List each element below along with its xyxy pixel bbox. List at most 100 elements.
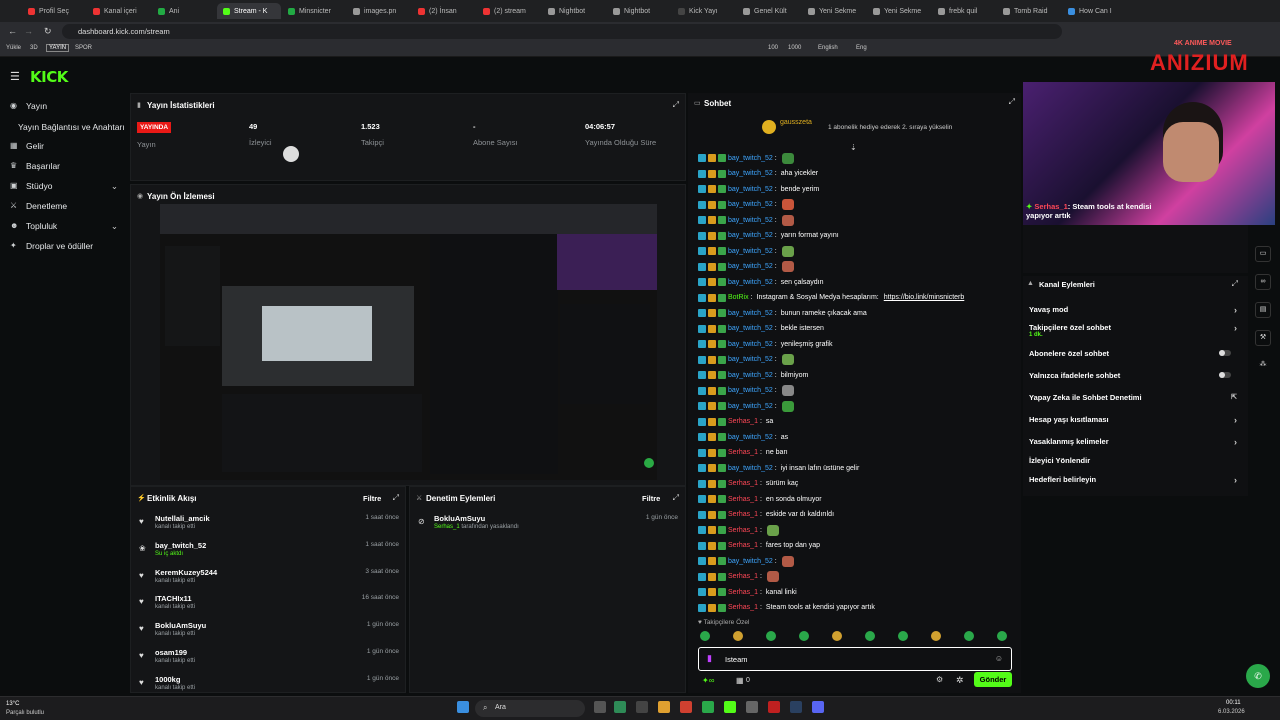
obs-icon[interactable] bbox=[746, 701, 758, 713]
sidebar-item-yayin[interactable]: ◉ Yayın bbox=[10, 101, 122, 111]
sidebar-item-studyo[interactable]: ▣ Stüdyo ⌄ bbox=[10, 181, 122, 192]
action-banned-words[interactable]: Yasaklanmış kelimeler › bbox=[1029, 437, 1241, 447]
chat-username[interactable]: bay_twitch_52 bbox=[728, 170, 773, 177]
pin-down-icon[interactable]: ⇣ bbox=[850, 143, 857, 152]
chat-username[interactable]: Serhas_1 bbox=[728, 527, 758, 534]
browser-tab[interactable]: (2) İnsan bbox=[412, 3, 476, 19]
app-icon[interactable] bbox=[614, 701, 626, 713]
emote-icon[interactable] bbox=[733, 631, 743, 641]
bookmark[interactable]: 100 bbox=[768, 45, 778, 51]
send-button[interactable]: Gönder bbox=[974, 672, 1012, 687]
emote-icon[interactable] bbox=[799, 631, 809, 641]
app-icon[interactable] bbox=[636, 701, 648, 713]
chat-username[interactable]: bay_twitch_52 bbox=[728, 155, 773, 162]
chat-input[interactable]: ▮ Isteam ☺ bbox=[698, 647, 1012, 671]
menu-icon[interactable]: ☰ bbox=[10, 70, 20, 83]
action-followers-only[interactable]: Takipçilere özel sohbet 1 dk. › bbox=[1029, 323, 1241, 338]
start-icon[interactable] bbox=[457, 701, 469, 713]
sidebar-item-gelir[interactable]: ▦ Gelir bbox=[10, 141, 122, 151]
action-subs-only[interactable]: Abonelere özel sohbet bbox=[1029, 349, 1241, 358]
whatsapp-icon[interactable]: ✆ bbox=[1246, 664, 1270, 688]
forward-icon[interactable]: → bbox=[24, 26, 33, 36]
browser-tab[interactable]: Yeni Sekme bbox=[802, 3, 866, 19]
hammer-side-icon[interactable]: ⚒ bbox=[1255, 330, 1271, 346]
sidebar-item-topluluk[interactable]: ☻ Topluluk ⌄ bbox=[10, 221, 122, 232]
back-icon[interactable]: ← bbox=[8, 26, 17, 36]
weather-temp[interactable]: 13°C bbox=[6, 701, 19, 707]
action-raid[interactable]: İzleyici Yönlendir bbox=[1029, 456, 1241, 465]
filter-button[interactable]: Filtre bbox=[363, 494, 381, 503]
filter-button[interactable]: Filtre bbox=[642, 494, 660, 503]
activity-user[interactable]: bay_twitch_52 bbox=[155, 541, 206, 550]
link-side-icon[interactable]: ∞ bbox=[1255, 274, 1271, 290]
chat-username[interactable]: Serhas_1 bbox=[728, 589, 758, 596]
chat-username[interactable]: bay_twitch_52 bbox=[728, 310, 773, 317]
action-ai-moderation[interactable]: Yapay Zeka ile Sohbet Denetimi ⇱ bbox=[1029, 393, 1241, 402]
toggle-switch[interactable] bbox=[1219, 350, 1231, 356]
chat-side-icon[interactable]: ▭ bbox=[1255, 246, 1271, 262]
sidebar-item-basarilar[interactable]: ♛ Başarılar bbox=[10, 161, 122, 171]
action-slow-mode[interactable]: Yavaş mod › bbox=[1029, 305, 1241, 315]
chat-username[interactable]: bay_twitch_52 bbox=[728, 248, 773, 255]
browser-tab[interactable]: Kanal içeri bbox=[87, 3, 151, 19]
reload-icon[interactable]: ↻ bbox=[44, 26, 52, 37]
steam-icon[interactable] bbox=[790, 701, 802, 713]
app-icon[interactable] bbox=[702, 701, 714, 713]
pinned-user[interactable]: gausszeta bbox=[780, 119, 812, 126]
emote-icon[interactable] bbox=[997, 631, 1007, 641]
chat-username[interactable]: Serhas_1 bbox=[728, 542, 758, 549]
chat-username[interactable]: bay_twitch_52 bbox=[728, 558, 773, 565]
chat-username[interactable]: bay_twitch_52 bbox=[728, 325, 773, 332]
action-account-age[interactable]: Hesap yaşı kısıtlaması › bbox=[1029, 415, 1241, 425]
bookmark[interactable]: English bbox=[818, 45, 838, 51]
chat-username[interactable]: Serhas_1 bbox=[728, 511, 758, 518]
chevron-down-icon[interactable]: ⌄ bbox=[111, 221, 118, 232]
browser-tab[interactable]: (2) stream bbox=[477, 3, 541, 19]
chat-username[interactable]: bay_twitch_52 bbox=[728, 217, 773, 224]
activity-user[interactable]: BokluAmSuyu bbox=[155, 621, 206, 630]
bookmark[interactable]: Yükle bbox=[6, 45, 21, 51]
browser-tab[interactable]: Minsnicter bbox=[282, 3, 346, 19]
emote-icon[interactable] bbox=[865, 631, 875, 641]
chat-username[interactable]: Serhas_1 bbox=[728, 604, 758, 611]
browser-tab[interactable]: Genel Kült bbox=[737, 3, 801, 19]
app-icon[interactable] bbox=[768, 701, 780, 713]
emote-icon[interactable] bbox=[931, 631, 941, 641]
search-box[interactable]: ⌕ Ara bbox=[475, 700, 585, 717]
chat-username[interactable]: bay_twitch_52 bbox=[728, 434, 773, 441]
bookmark[interactable]: SPOR bbox=[75, 45, 92, 51]
chat-username[interactable]: BotRix bbox=[728, 294, 749, 301]
chat-username[interactable]: bay_twitch_52 bbox=[728, 356, 773, 363]
gift-icon[interactable]: ▦ bbox=[736, 676, 744, 685]
layout-side-icon[interactable]: ▤ bbox=[1255, 302, 1271, 318]
browser-tab[interactable]: Ani bbox=[152, 3, 216, 19]
browser-tab[interactable]: Nightbot bbox=[542, 3, 606, 19]
points-icon[interactable]: ✦∞ bbox=[702, 676, 714, 685]
chat-username[interactable]: bay_twitch_52 bbox=[728, 201, 773, 208]
chat-username[interactable]: Serhas_1 bbox=[728, 573, 758, 580]
expand-icon[interactable]: ⤢ bbox=[1009, 97, 1015, 107]
bookmark[interactable]: YAYIN bbox=[46, 44, 70, 52]
chat-link[interactable]: https://bio.link/minsnicterb bbox=[884, 294, 965, 301]
browser-tab[interactable]: Kick Yayı bbox=[672, 3, 736, 19]
sidebar-item-stream-key[interactable]: Yayın Bağlantısı ve Anahtarı bbox=[18, 122, 130, 132]
browser-tab[interactable]: Profil Seç bbox=[22, 3, 86, 19]
moderation-user[interactable]: BokluAmSuyu bbox=[434, 514, 485, 523]
bookmark[interactable]: 1000 bbox=[788, 45, 801, 51]
chat-username[interactable]: bay_twitch_52 bbox=[728, 341, 773, 348]
action-goals[interactable]: Hedefleri belirleyin › bbox=[1029, 475, 1241, 485]
chat-username[interactable]: bay_twitch_52 bbox=[728, 387, 773, 394]
toggle-switch[interactable] bbox=[1219, 372, 1231, 378]
activity-user[interactable]: ITACHIx11 bbox=[155, 594, 192, 603]
sidebar-item-droplar[interactable]: ✦ Droplar ve ödüller bbox=[10, 241, 122, 251]
taskview-icon[interactable] bbox=[594, 701, 606, 713]
chat-username[interactable]: Serhas_1 bbox=[728, 449, 758, 456]
chat-username[interactable]: Serhas_1 bbox=[728, 496, 758, 503]
kick-logo[interactable]: KICK bbox=[30, 68, 68, 86]
activity-user[interactable]: 1000kg bbox=[155, 675, 180, 684]
action-emote-only[interactable]: Yalnızca ifadelerle sohbet bbox=[1029, 371, 1241, 380]
browser-tab[interactable]: frebk quil bbox=[932, 3, 996, 19]
chat-username[interactable]: bay_twitch_52 bbox=[728, 465, 773, 472]
moderator-name[interactable]: Serhas_1 bbox=[434, 524, 460, 530]
browser-tab[interactable]: Yeni Sekme bbox=[867, 3, 931, 19]
